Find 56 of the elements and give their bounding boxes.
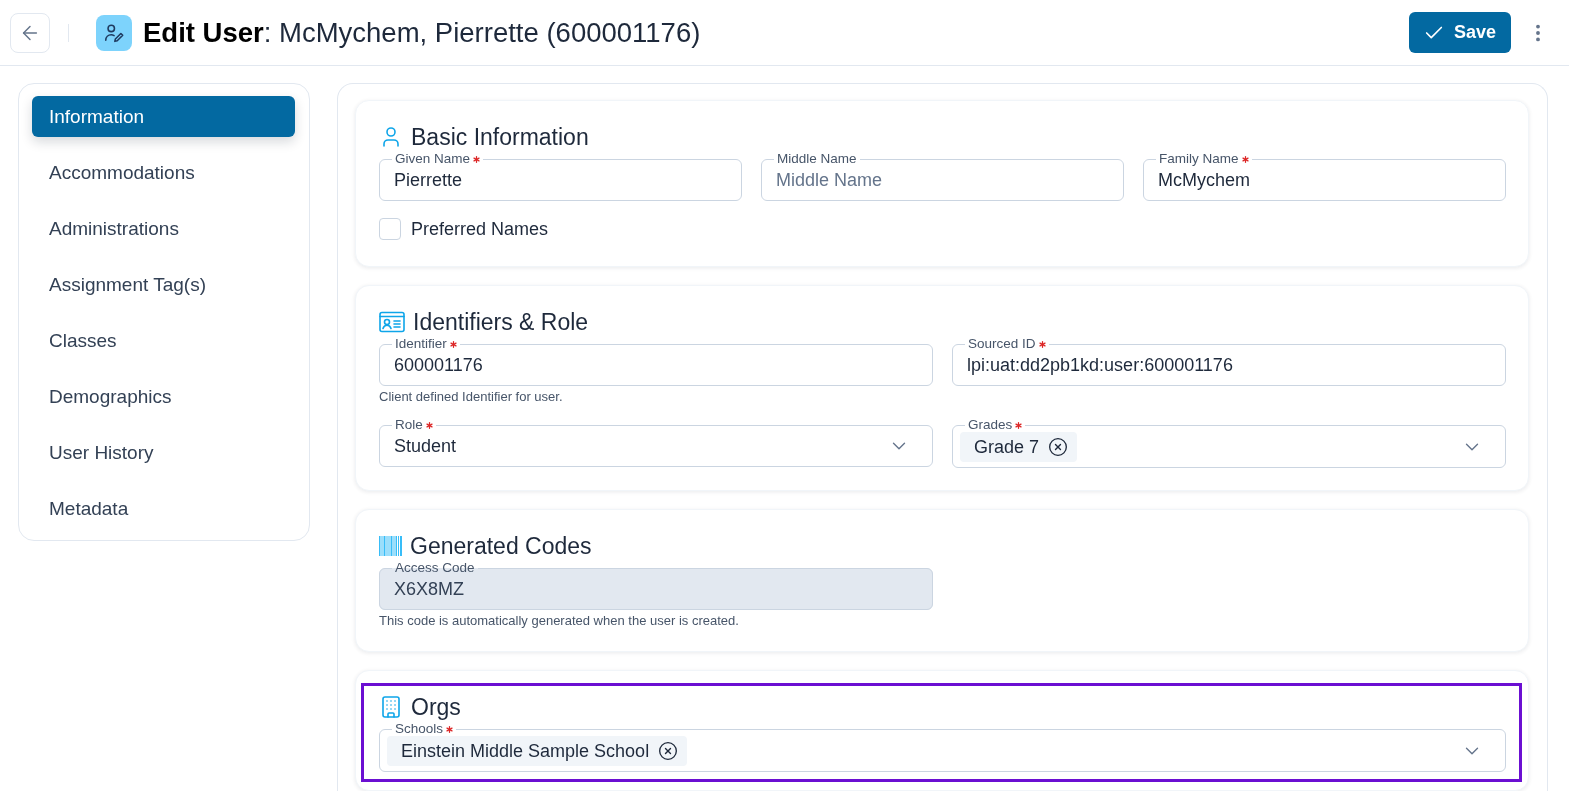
barcode-icon <box>379 536 402 556</box>
building-icon <box>379 695 403 719</box>
checkbox[interactable] <box>379 218 401 240</box>
sidebar-item[interactable]: Demographics <box>32 376 295 417</box>
asterisk-icon <box>1241 155 1249 163</box>
asterisk-icon <box>425 421 433 429</box>
text-field[interactable]: Identifier 600001176 <box>379 337 933 386</box>
text-input[interactable]: Middle Name <box>776 166 1101 194</box>
asterisk-icon <box>449 340 457 348</box>
section-title: Identifiers & Role <box>413 308 589 336</box>
multi-select-field[interactable]: Schools Einstein Middle Sample School <box>379 722 1506 772</box>
text-input[interactable]: lpi:uat:dd2pb1kd:user:600001176 <box>967 351 1483 379</box>
select-field[interactable]: Role Student <box>379 418 933 467</box>
sidebar-item[interactable]: Metadata <box>32 488 295 529</box>
field-label: Schools <box>395 722 444 736</box>
sidebar-item[interactable]: Information <box>32 96 295 137</box>
section-title: Generated Codes <box>410 532 592 560</box>
sidebar-item[interactable]: Classes <box>32 320 295 361</box>
text-input[interactable]: 600001176 <box>394 351 910 379</box>
text-field[interactable]: Sourced ID lpi:uat:dd2pb1kd:user:600001176 <box>952 337 1506 386</box>
helper-text: This code is automatically generated when the user is created. <box>379 613 740 629</box>
remove-icon[interactable] <box>658 741 679 761</box>
field-label: Identifier <box>395 337 447 351</box>
back-button[interactable] <box>10 12 50 53</box>
asterisk-icon <box>473 155 481 163</box>
asterisk-icon <box>1038 340 1046 348</box>
sidebar-item[interactable]: User History <box>32 432 295 473</box>
tag-chip[interactable]: Grade 7 <box>960 432 1078 462</box>
field-label: Role <box>395 418 423 432</box>
asterisk-icon <box>446 725 454 733</box>
text-field[interactable]: Family Name McMychem <box>1143 152 1506 201</box>
field-label: Sourced ID <box>968 337 1036 351</box>
field-label: Family Name <box>1159 152 1239 166</box>
field-label: Middle Name <box>777 152 857 166</box>
asterisk-icon <box>1015 421 1023 429</box>
helper-text: Client defined Identifier for user. <box>379 389 564 405</box>
text-field[interactable]: Middle Name Middle Name <box>761 152 1124 201</box>
tag-chip[interactable]: Einstein Middle Sample School <box>387 736 688 766</box>
sidebar-item[interactable]: Administrations <box>32 208 295 249</box>
field-label: Given Name <box>395 152 471 166</box>
sidebar-item[interactable]: Assignment Tag(s) <box>32 264 295 305</box>
text-input[interactable]: Pierrette <box>394 166 719 194</box>
section-title: Basic Information <box>411 123 589 151</box>
id-card-icon <box>379 311 405 333</box>
sidebar-item[interactable]: Accommodations <box>32 152 295 193</box>
multi-select-field[interactable]: Grades Grade 7 <box>952 418 1506 468</box>
checkbox-label: Preferred Names <box>411 218 549 240</box>
section-title: Orgs <box>411 693 461 721</box>
save-button[interactable]: Save <box>1408 12 1511 53</box>
remove-icon[interactable] <box>1048 437 1069 457</box>
user-edit-icon <box>96 14 132 51</box>
field-label: Grades <box>968 418 1013 432</box>
page-title: Edit User: McMychem, Pierrette (600001176) <box>143 16 701 49</box>
text-field[interactable]: Given Name Pierrette <box>379 152 742 201</box>
field-label: Access Code <box>395 561 475 575</box>
text-input[interactable]: McMychem <box>1158 166 1483 194</box>
